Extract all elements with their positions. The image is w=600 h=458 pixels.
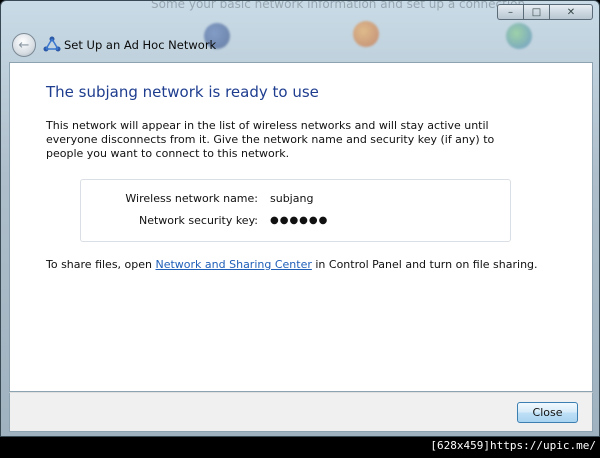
- background-connection-icon: [353, 21, 379, 47]
- close-button[interactable]: Close: [517, 402, 578, 423]
- description-text: This network will appear in the list of …: [46, 119, 495, 160]
- back-arrow-icon: ←: [18, 37, 30, 53]
- window-close-button[interactable]: ✕: [549, 4, 593, 20]
- network-name-label: Wireless network name:: [125, 192, 258, 205]
- page-heading: The subjang network is ready to use: [46, 83, 319, 101]
- wizard-window: Some your basic network information and …: [0, 0, 600, 437]
- image-host-strip: [628x459]https://upic.me/: [0, 437, 600, 458]
- content-panel: The subjang network is ready to use This…: [9, 62, 593, 392]
- wizard-title: Set Up an Ad Hoc Network: [64, 38, 217, 52]
- share-instructions: To share files, open Network and Sharing…: [46, 258, 538, 271]
- security-key-value: ●●●●●●: [270, 215, 329, 226]
- minimize-button[interactable]: –: [497, 4, 523, 20]
- background-window-text: Some your basic network information and …: [151, 0, 526, 11]
- footer-bar: Close: [9, 392, 593, 432]
- caption-buttons: – □ ✕: [497, 4, 593, 20]
- network-name-value: subjang: [270, 192, 314, 205]
- back-button[interactable]: ←: [12, 33, 36, 57]
- share-prefix: To share files, open: [46, 258, 156, 271]
- image-host-text: [628x459]https://upic.me/: [430, 439, 596, 452]
- maximize-button[interactable]: □: [523, 4, 549, 20]
- network-wizard-icon: [43, 36, 61, 52]
- network-info-box: Wireless network name: subjang Network s…: [80, 179, 511, 242]
- security-key-label: Network security key:: [138, 214, 258, 227]
- share-suffix: in Control Panel and turn on file sharin…: [311, 258, 538, 271]
- network-sharing-center-link[interactable]: Network and Sharing Center: [156, 258, 312, 271]
- background-internet-icon: [506, 23, 532, 49]
